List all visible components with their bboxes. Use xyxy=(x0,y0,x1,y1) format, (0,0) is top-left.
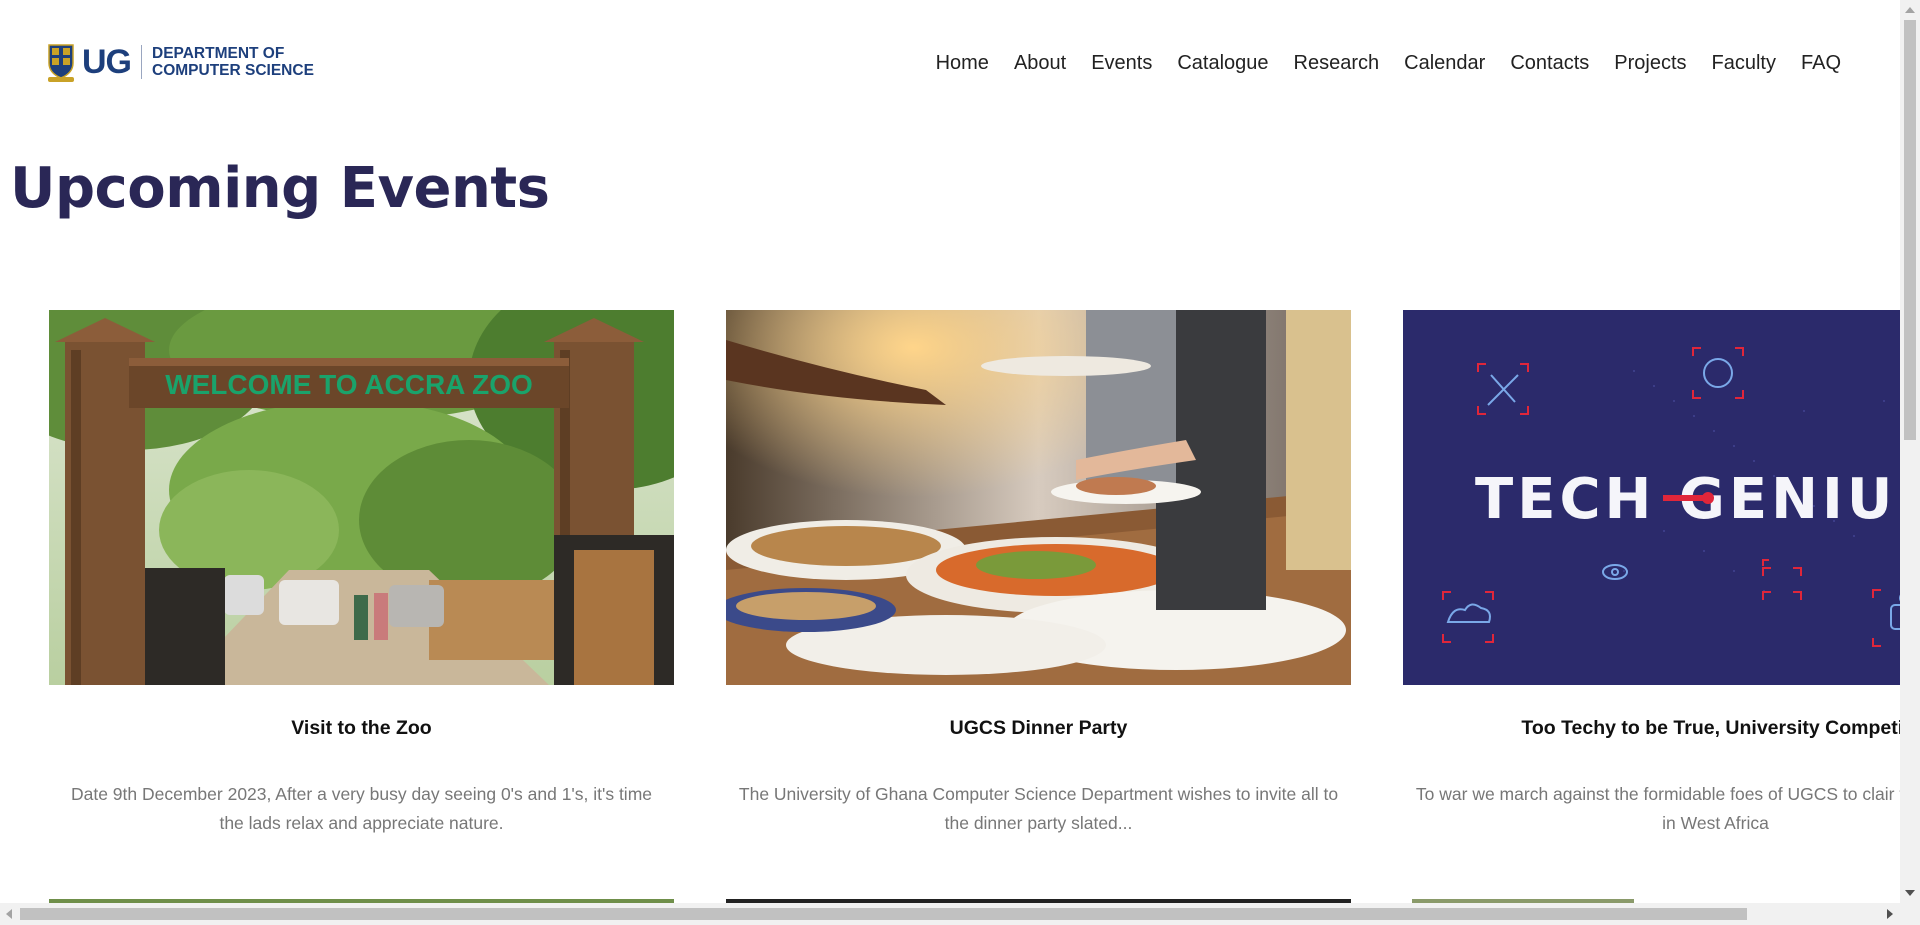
university-crest-icon xyxy=(46,43,76,82)
event-description: The University of Ghana Computer Science… xyxy=(738,784,1339,833)
vertical-scrollbar[interactable] xyxy=(1900,0,1920,903)
nav-faculty[interactable]: Faculty xyxy=(1712,52,1776,75)
event-description: To war we march against the formidable f… xyxy=(1415,784,1900,833)
horizontal-scrollbar[interactable] xyxy=(0,903,1920,925)
event-image-dinner-buffet[interactable] xyxy=(726,310,1351,685)
site-logo[interactable]: UG DEPARTMENT OF COMPUTER SCIENCE xyxy=(46,43,314,82)
nav-about[interactable]: About xyxy=(1014,52,1066,75)
event-title[interactable]: Too Techy to be True, University Competi… xyxy=(1403,717,1900,740)
logo-department-name: DEPARTMENT OF COMPUTER SCIENCE xyxy=(152,45,314,79)
nav-home[interactable]: Home xyxy=(936,52,989,75)
nav-events[interactable]: Events xyxy=(1091,52,1152,75)
event-card[interactable]: WELCOME TO ACCRA ZOO Visit to the Zoo Da… xyxy=(49,310,674,838)
scroll-left-arrow-icon[interactable] xyxy=(6,909,12,919)
event-title[interactable]: UGCS Dinner Party xyxy=(726,717,1351,740)
scroll-right-arrow-icon[interactable] xyxy=(1887,909,1893,919)
scroll-up-arrow-icon[interactable] xyxy=(1905,7,1915,13)
logo-abbreviation: UG xyxy=(82,43,132,81)
nav-catalogue[interactable]: Catalogue xyxy=(1177,52,1268,75)
logo-line-2: COMPUTER SCIENCE xyxy=(152,62,314,79)
event-card[interactable]: TECH GENIU Too Techy to be True, Univers… xyxy=(1403,310,1900,838)
vertical-scroll-thumb[interactable] xyxy=(1904,20,1916,440)
event-description: Date 9th December 2023, After a very bus… xyxy=(70,784,653,833)
page-title: Upcoming Events xyxy=(10,156,550,221)
zoo-sign-text: WELCOME TO ACCRA ZOO xyxy=(165,369,533,400)
browser-viewport: UG DEPARTMENT OF COMPUTER SCIENCE Home A… xyxy=(0,0,1900,903)
nav-contacts[interactable]: Contacts xyxy=(1510,52,1589,75)
event-title[interactable]: Visit to the Zoo xyxy=(49,717,674,740)
event-image-tech-genius[interactable]: TECH GENIU xyxy=(1403,310,1900,685)
event-image-zoo-gate[interactable]: WELCOME TO ACCRA ZOO xyxy=(49,310,674,685)
horizontal-scroll-thumb[interactable] xyxy=(20,908,1747,920)
scroll-down-arrow-icon[interactable] xyxy=(1905,890,1915,896)
nav-research[interactable]: Research xyxy=(1294,52,1380,75)
nav-faq[interactable]: FAQ xyxy=(1801,52,1841,75)
event-card[interactable]: UGCS Dinner Party The University of Ghan… xyxy=(726,310,1351,838)
logo-line-1: DEPARTMENT OF xyxy=(152,45,285,62)
logo-divider xyxy=(141,45,142,79)
main-navigation: Home About Events Catalogue Research Cal… xyxy=(911,52,1841,75)
nav-projects[interactable]: Projects xyxy=(1614,52,1686,75)
nav-calendar[interactable]: Calendar xyxy=(1404,52,1485,75)
